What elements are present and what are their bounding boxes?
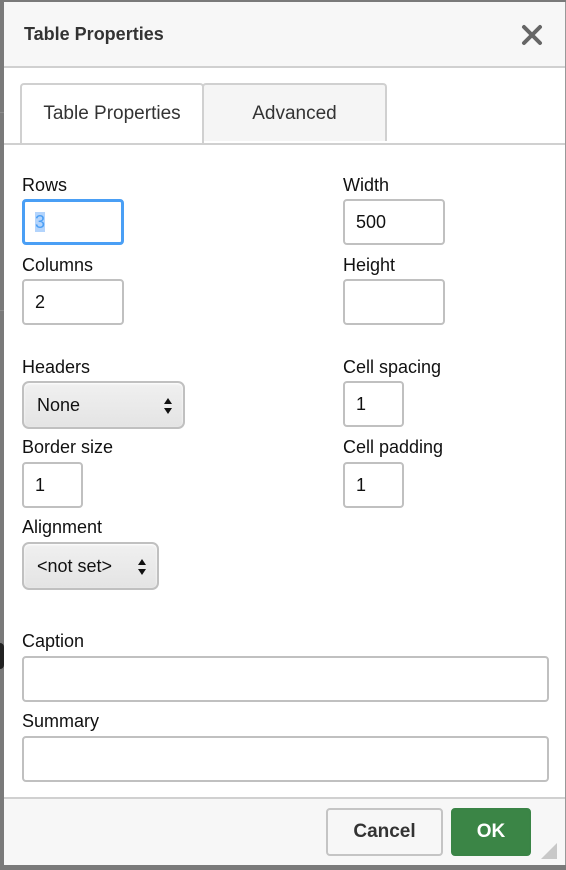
close-button[interactable]: [521, 24, 543, 46]
rows-input[interactable]: 3: [22, 199, 124, 245]
dialog-header: Table Properties: [4, 2, 565, 68]
height-label: Height: [343, 255, 396, 275]
columns-input[interactable]: [22, 279, 124, 325]
dialog-title: Table Properties: [24, 24, 164, 44]
table-properties-dialog: Table Properties Table Properties Advanc…: [4, 2, 566, 865]
caption-label: Caption: [22, 631, 85, 651]
dialog-footer: Cancel OK: [4, 797, 565, 865]
cancel-button[interactable]: Cancel: [326, 808, 443, 856]
summary-label: Summary: [22, 711, 100, 731]
close-icon: [522, 25, 542, 45]
headers-selected-value: None: [37, 395, 81, 415]
width-input[interactable]: [343, 199, 445, 245]
tab-bar: Table Properties Advanced: [4, 83, 565, 145]
resize-handle-icon[interactable]: [541, 843, 557, 859]
cell-spacing-input[interactable]: [343, 381, 404, 427]
rows-value: 3: [35, 212, 46, 232]
ok-button[interactable]: OK: [451, 808, 531, 856]
summary-input[interactable]: [22, 736, 549, 782]
headers-select[interactable]: None: [22, 381, 185, 429]
alignment-label: Alignment: [22, 517, 103, 537]
border-size-label: Border size: [22, 437, 114, 457]
border-size-input[interactable]: [22, 462, 83, 508]
cell-padding-label: Cell padding: [343, 437, 444, 457]
select-arrows-icon: [138, 559, 146, 575]
headers-label: Headers: [22, 357, 91, 377]
cell-padding-input[interactable]: [343, 462, 404, 508]
select-arrows-icon: [164, 398, 172, 414]
height-input[interactable]: [343, 279, 445, 325]
alignment-selected-value: <not set>: [37, 556, 113, 576]
width-label: Width: [343, 175, 390, 195]
cell-spacing-label: Cell spacing: [343, 357, 442, 377]
alignment-select[interactable]: <not set>: [22, 542, 159, 590]
caption-input[interactable]: [22, 656, 549, 702]
columns-label: Columns: [22, 255, 94, 275]
tab-table-properties[interactable]: Table Properties: [20, 83, 204, 143]
tab-advanced[interactable]: Advanced: [202, 83, 387, 141]
rows-label: Rows: [22, 175, 68, 195]
